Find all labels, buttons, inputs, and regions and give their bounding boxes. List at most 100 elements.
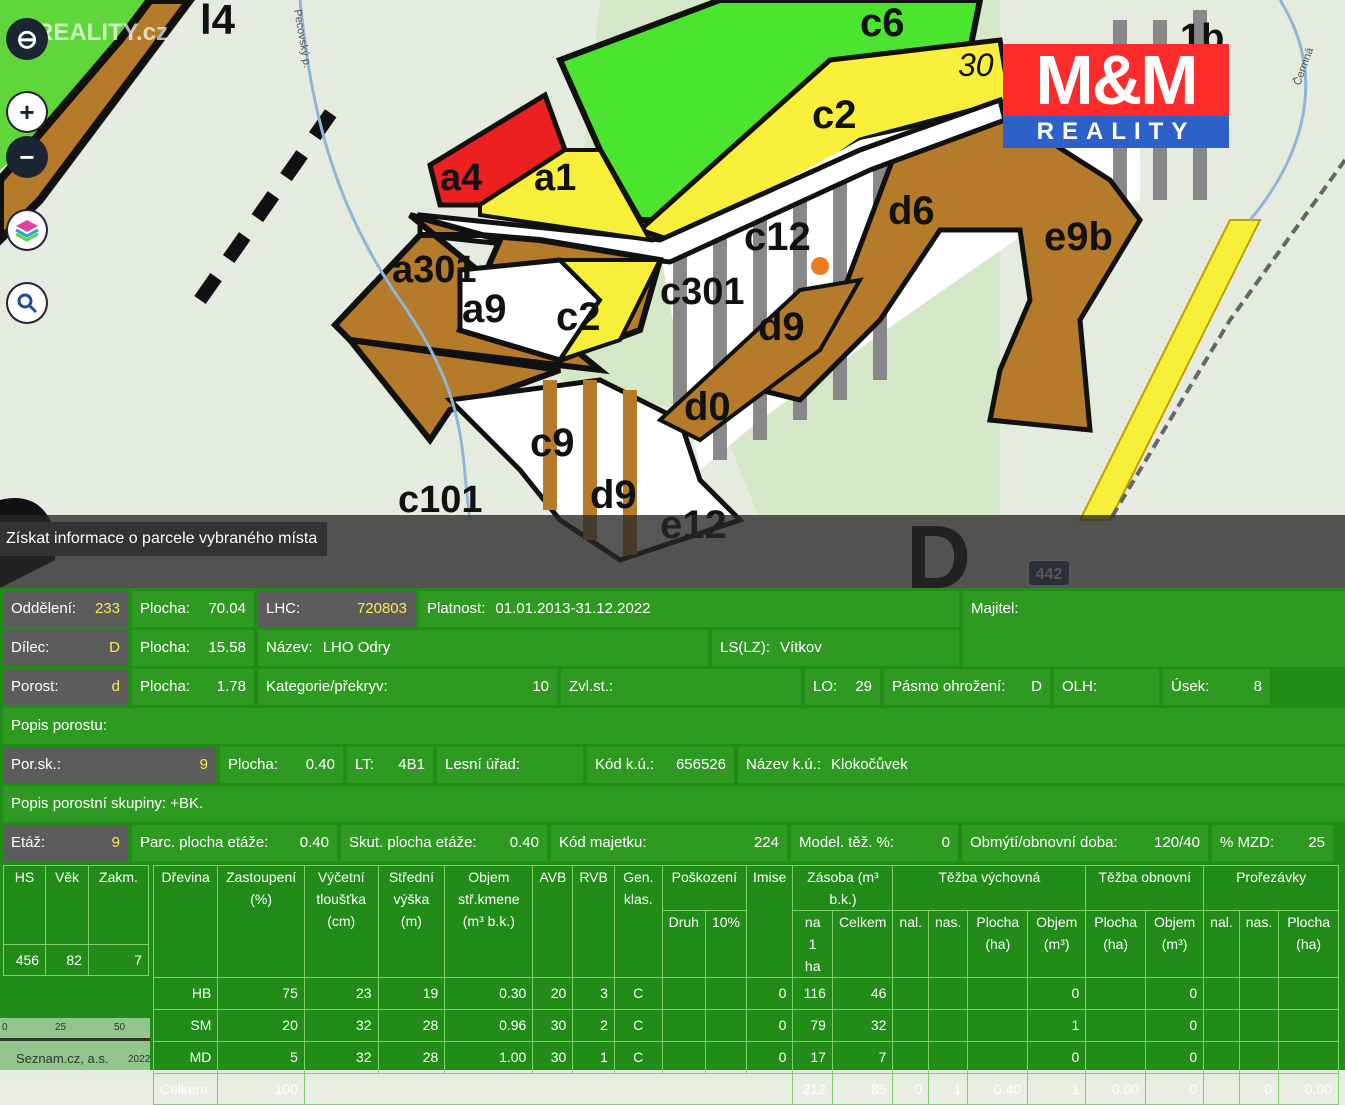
- location-marker-icon[interactable]: [811, 257, 829, 275]
- parcel-label: a1: [534, 157, 576, 199]
- porsk-field: Por.sk.: 9: [3, 747, 216, 783]
- ls-field: LS(LZ): Vítkov: [712, 630, 959, 666]
- table-cell: [1203, 977, 1240, 1010]
- usek-field: Úsek: 8: [1163, 669, 1270, 705]
- total-obn-plocha: 0.00: [1085, 1073, 1146, 1105]
- table-cell: 7: [831, 1041, 894, 1074]
- parcel-label: a4: [440, 157, 482, 199]
- plocha-porsk-field: Plocha: 0.40: [220, 747, 343, 783]
- stredni-header: Střední výška (m): [377, 865, 446, 978]
- parcel-label: c12: [744, 215, 811, 259]
- vek-header: Věk: [45, 865, 89, 945]
- menu-icon[interactable]: ⊖: [8, 20, 46, 58]
- table-cell: [927, 1009, 969, 1042]
- table-cell: 0: [745, 1009, 794, 1042]
- table-cell: [661, 1041, 706, 1074]
- druh-header: Druh: [661, 910, 706, 978]
- kategorie-field: Kategorie/překryv: 10: [258, 669, 557, 705]
- parcel-label: 30: [958, 47, 994, 83]
- table-cell: 20: [217, 1009, 305, 1042]
- lt-field: LT: 4B1: [347, 747, 433, 783]
- table-cell: C: [613, 1041, 663, 1074]
- objem-m3-header: Objem (m³): [1144, 910, 1205, 978]
- total-empty: [303, 1073, 794, 1105]
- table-cell: [1238, 1041, 1280, 1074]
- porost-field: Porost: d: [3, 669, 128, 705]
- table-cell: [1278, 1041, 1339, 1074]
- tezba-obnovni-header: Těžba obnovní: [1085, 865, 1205, 911]
- table-cell: 3: [572, 977, 615, 1010]
- hs-value: 456: [2, 944, 47, 976]
- dilec-field: Dílec: D: [3, 630, 128, 666]
- total-pr-plocha: 0.00: [1278, 1073, 1339, 1105]
- table-cell: 28: [377, 1041, 446, 1074]
- table-cell: 0.30: [444, 977, 534, 1010]
- na1ha-header: na 1 ha: [792, 910, 833, 978]
- pasmo-field: Pásmo ohrožení: D: [884, 669, 1050, 705]
- nas-header: nas.: [927, 910, 969, 978]
- table-row: MD 5 32 28 1.00 30 1 C 0 17 7 0 0: [152, 1041, 1339, 1074]
- parcel-label: c2: [812, 93, 857, 137]
- parcel-label: d6: [888, 189, 935, 233]
- prorezavky-header: Prořezávky: [1203, 865, 1339, 911]
- vek-value: 82: [45, 944, 89, 976]
- zoom-in-button[interactable]: +: [8, 93, 46, 131]
- plocha-header: Plocha (ha): [1085, 910, 1146, 978]
- search-icon[interactable]: [8, 284, 46, 322]
- popis-porostu-field: Popis porostu:: [3, 708, 1345, 744]
- nazev-ku-field: Název k.ú.: Klokočůvek: [738, 747, 1345, 783]
- total-row: Celkem: 100 212 85 0 1 0.40 1 0.00 0 0 0…: [152, 1073, 1339, 1105]
- logo-bottom-text: REALITY: [1003, 116, 1229, 148]
- table-cell: 30: [532, 1009, 574, 1042]
- logo-top-text: M&M: [1003, 44, 1229, 116]
- mzd-field: % MZD: 25: [1212, 825, 1333, 861]
- table-cell: SM: [152, 1009, 219, 1042]
- hs-header: HS: [2, 865, 47, 945]
- table-cell: [661, 977, 706, 1010]
- plocha-header: Plocha (ha): [967, 910, 1029, 978]
- plocha-dilec-field: Plocha: 15.58: [132, 630, 254, 666]
- obmyti-field: Obmýtí/obnovní doba: 120/40: [962, 825, 1208, 861]
- table-cell: MD: [152, 1041, 219, 1074]
- parcel-label: c301: [660, 271, 745, 313]
- zakm-header: Zakm.: [87, 865, 150, 945]
- parcel-label: a9: [462, 287, 507, 331]
- platnost-field: Platnost: 01.01.2013-31.12.2022: [419, 591, 959, 627]
- table-cell: 0: [1027, 977, 1087, 1010]
- drevina-header: Dřevina: [152, 865, 219, 978]
- table-cell: 32: [303, 1041, 379, 1074]
- etaz-field: Etáž: 9: [3, 825, 128, 861]
- total-nal: 0: [892, 1073, 929, 1105]
- layers-icon[interactable]: [8, 211, 46, 249]
- total-plocha: 0.40: [967, 1073, 1029, 1105]
- zvlst-field: Zvl.st.:: [561, 669, 801, 705]
- total-obn-objem: 0: [1144, 1073, 1205, 1105]
- table-cell: 75: [217, 977, 305, 1010]
- table-cell: 20: [532, 977, 574, 1010]
- table-cell: 0: [1144, 977, 1205, 1010]
- lo-field: LO: 29: [805, 669, 880, 705]
- lesni-urad-field: Lesní úřad:: [437, 747, 583, 783]
- oddeleni-field: Oddělení: 233: [3, 591, 128, 627]
- table-cell: [1085, 1041, 1146, 1074]
- total-label: Celkem:: [152, 1073, 219, 1105]
- parc-plocha-field: Parc. plocha etáže: 0.40: [132, 825, 337, 861]
- zoom-out-button[interactable]: −: [8, 138, 46, 176]
- imise-header: Imise: [745, 865, 794, 978]
- table-cell: [1238, 1009, 1280, 1042]
- kod-majetku-field: Kód majetku: 224: [551, 825, 787, 861]
- zakm-value: 7: [87, 944, 150, 976]
- table-cell: C: [613, 1009, 663, 1042]
- parcel-label: c6: [860, 1, 905, 45]
- table-cell: 0: [1144, 1009, 1205, 1042]
- table-cell: [967, 1041, 1029, 1074]
- plocha-header: Plocha (ha): [1278, 910, 1339, 978]
- lhc-field: LHC: 720803: [258, 591, 415, 627]
- plocha-porost-field: Plocha: 1.78: [132, 669, 254, 705]
- get-parcel-info-button[interactable]: Získat informace o parcele vybraného mís…: [0, 522, 328, 556]
- table-cell: 1: [1027, 1009, 1087, 1042]
- table-cell: [892, 977, 929, 1010]
- objem-m3-header: Objem (m³): [1027, 910, 1087, 978]
- objem-header: Objem stř.kmene (m³ b.k.): [444, 865, 534, 978]
- model-tezby-field: Model. těž. %: 0: [791, 825, 958, 861]
